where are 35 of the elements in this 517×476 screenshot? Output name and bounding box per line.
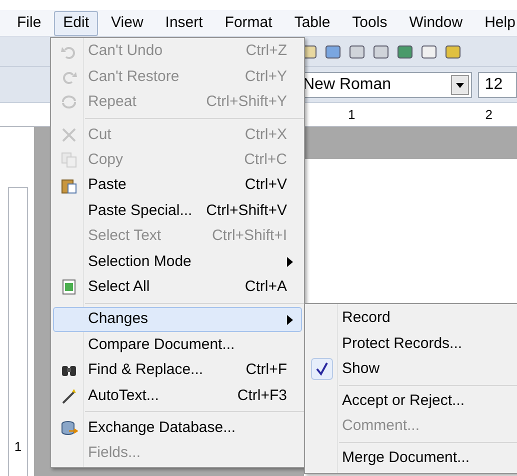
menu-item[interactable]: Window: [400, 10, 472, 36]
menu-item[interactable]: Paste Special... Ctrl+Shift+V: [53, 198, 302, 224]
menu-item[interactable]: Selection Mode: [53, 249, 302, 275]
repeat-icon: [60, 93, 78, 112]
ruler-label: 2: [485, 106, 492, 124]
menu-item[interactable]: AutoText... Ctrl+F3: [53, 383, 302, 408]
menu-item[interactable]: Exchange Database...: [53, 415, 302, 441]
menu-item[interactable]: Paste Ctrl+V: [53, 172, 302, 198]
menu-item[interactable]: Select All Ctrl+A: [53, 274, 302, 300]
menu-item[interactable]: Help: [476, 10, 517, 36]
menu-item[interactable]: Merge Document...: [305, 446, 517, 472]
scissors-icon: [60, 126, 78, 144]
menu-item[interactable]: Edit: [54, 10, 98, 36]
menu-item[interactable]: Changes: [53, 306, 302, 332]
menu-item[interactable]: Record: [305, 306, 517, 332]
submenu-arrow-icon: [287, 256, 293, 267]
document-icon: [60, 278, 78, 296]
font-size-field[interactable]: 12: [478, 72, 517, 98]
menu-item[interactable]: Tools: [343, 10, 396, 36]
wand-icon: [60, 386, 78, 405]
menu-item[interactable]: Compare Document...: [53, 332, 302, 358]
menu-item[interactable]: Protect Records...: [305, 331, 517, 356]
menu-item[interactable]: Format: [216, 10, 282, 36]
menu-item[interactable]: Table: [285, 10, 340, 36]
menu-item[interactable]: Find & Replace... Ctrl+F: [53, 358, 302, 384]
menu-item[interactable]: Accept or Reject...: [305, 388, 517, 414]
menu-item[interactable]: View: [102, 10, 152, 36]
ruler-label: 1: [348, 106, 356, 124]
menu-item[interactable]: File: [8, 10, 50, 36]
menu-item[interactable]: Show: [305, 356, 517, 382]
submenu-arrow-icon: [287, 314, 293, 325]
database-icon: [60, 419, 78, 438]
copy-icon: [60, 151, 78, 170]
ruler-label: 1: [14, 438, 22, 456]
menu-item[interactable]: Insert: [156, 10, 212, 36]
